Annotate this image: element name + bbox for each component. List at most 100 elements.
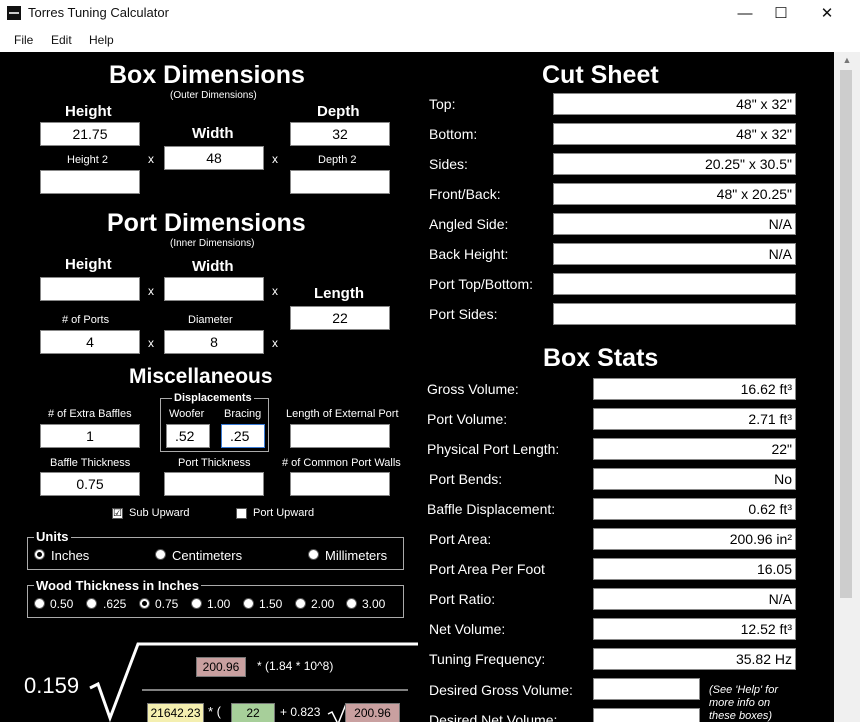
- box-width-input[interactable]: 48: [164, 146, 264, 170]
- wood-300-label: 3.00: [362, 597, 386, 611]
- menu-file[interactable]: File: [14, 33, 33, 47]
- maximize-button[interactable]: ☐: [758, 0, 804, 26]
- box-height-input[interactable]: 21.75: [40, 122, 140, 146]
- stat-net-volume-value[interactable]: 12.52 ft³: [593, 618, 796, 640]
- units-millimeters-radio[interactable]: [308, 549, 319, 560]
- times-sign: x: [272, 336, 278, 350]
- wood-200-radio[interactable]: [295, 598, 306, 609]
- port-thickness-input[interactable]: [164, 472, 264, 496]
- wood-300-radio[interactable]: [346, 598, 357, 609]
- vertical-scrollbar[interactable]: ▲: [834, 52, 860, 722]
- cut-port-sides-label: Port Sides:: [429, 306, 498, 322]
- box-depth2-input[interactable]: [290, 170, 390, 194]
- times-sign: x: [148, 336, 154, 350]
- scroll-up-arrow-icon[interactable]: ▲: [839, 52, 855, 68]
- stat-tuning-frequency-value[interactable]: 35.82 Hz: [593, 648, 796, 670]
- bracing-input[interactable]: .25: [221, 424, 265, 448]
- menu-edit[interactable]: Edit: [51, 33, 72, 47]
- port-dimensions-subtitle: (Inner Dimensions): [170, 238, 255, 249]
- external-port-input[interactable]: [290, 424, 390, 448]
- wood-100-radio[interactable]: [191, 598, 202, 609]
- diameter-input[interactable]: 8: [164, 330, 264, 354]
- port-height-input[interactable]: [40, 277, 140, 301]
- wood-thickness-title: Wood Thickness in Inches: [34, 578, 202, 593]
- formula-length-box: 22: [231, 703, 275, 722]
- desired-net-volume-label: Desired Net Volume:: [429, 712, 558, 722]
- port-length-input[interactable]: 22: [290, 306, 390, 330]
- box-depth-input[interactable]: 32: [290, 122, 390, 146]
- common-walls-label: # of Common Port Walls: [282, 457, 401, 469]
- cut-back-height-value[interactable]: N/A: [553, 243, 796, 265]
- cut-sides-label: Sides:: [429, 156, 468, 172]
- stat-net-volume-label: Net Volume:: [429, 621, 506, 637]
- external-port-label: Length of External Port: [286, 408, 399, 420]
- stat-port-bends-label: Port Bends:: [429, 471, 503, 487]
- cut-port-topbottom-value[interactable]: [553, 273, 796, 295]
- times-sign: x: [272, 152, 278, 166]
- common-walls-input[interactable]: [290, 472, 390, 496]
- stat-gross-volume-label: Gross Volume:: [427, 381, 519, 397]
- sub-upward-label: Sub Upward: [129, 507, 190, 519]
- formula-volume-box: 21642.23: [147, 703, 204, 722]
- wood-150-radio[interactable]: [243, 598, 254, 609]
- wood-050-radio[interactable]: [34, 598, 45, 609]
- units-millimeters-label: Millimeters: [325, 548, 388, 563]
- cut-angled-side-value[interactable]: N/A: [553, 213, 796, 235]
- formula-multiplier-text: * (1.84 * 10^8): [257, 659, 334, 673]
- desired-gross-volume-input[interactable]: [593, 678, 700, 700]
- window-title: Torres Tuning Calculator: [28, 5, 169, 20]
- wood-075-radio[interactable]: [139, 598, 150, 609]
- stat-port-area-per-foot-value[interactable]: 16.05: [593, 558, 796, 580]
- box-height-label: Height: [65, 103, 112, 120]
- box-width-label: Width: [192, 125, 234, 142]
- bracing-label: Bracing: [224, 408, 262, 420]
- menu-bar: File Edit Help: [0, 28, 860, 52]
- main-panel: Box Dimensions (Outer Dimensions) Height…: [0, 52, 834, 722]
- wood-0625-radio[interactable]: [86, 598, 97, 609]
- cut-sides-value[interactable]: 20.25" x 30.5": [553, 153, 796, 175]
- stat-port-ratio-value[interactable]: N/A: [593, 588, 796, 610]
- desired-net-volume-input[interactable]: [593, 708, 700, 722]
- stat-port-length-value[interactable]: 22": [593, 438, 796, 460]
- cut-bottom-value[interactable]: 48" x 32": [553, 123, 796, 145]
- wood-050-label: 0.50: [50, 597, 74, 611]
- woofer-input[interactable]: .52: [166, 424, 210, 448]
- formula-coefficient: 0.159: [24, 673, 80, 698]
- stat-port-volume-label: Port Volume:: [427, 411, 508, 427]
- box-height2-input[interactable]: [40, 170, 140, 194]
- port-upward-checkbox[interactable]: [236, 508, 247, 519]
- cut-port-sides-value[interactable]: [553, 303, 796, 325]
- port-upward-label: Port Upward: [253, 507, 315, 519]
- stat-gross-volume-value[interactable]: 16.62 ft³: [593, 378, 796, 400]
- stat-port-area-per-foot-label: Port Area Per Foot: [429, 561, 545, 577]
- wood-075-label: 0.75: [155, 597, 179, 611]
- stat-port-area-value[interactable]: 200.96 in²: [593, 528, 796, 550]
- units-centimeters-radio[interactable]: [155, 549, 166, 560]
- diameter-label: Diameter: [188, 314, 233, 326]
- box-dimensions-title: Box Dimensions: [109, 61, 305, 89]
- menu-help[interactable]: Help: [89, 33, 114, 47]
- close-button[interactable]: ✕: [804, 0, 850, 26]
- port-width-input[interactable]: [164, 277, 264, 301]
- cut-top-value[interactable]: 48" x 32": [553, 93, 796, 115]
- extra-baffles-input[interactable]: 1: [40, 424, 140, 448]
- scroll-thumb[interactable]: [840, 70, 852, 598]
- formula-port-area-box: 200.96: [196, 657, 246, 677]
- stat-port-volume-value[interactable]: 2.71 ft³: [593, 408, 796, 430]
- sub-upward-checkbox[interactable]: ☑: [112, 508, 123, 519]
- title-bar: Torres Tuning Calculator — ☐ ✕: [0, 0, 860, 26]
- wood-150-label: 1.50: [259, 597, 283, 611]
- stat-port-bends-value[interactable]: No: [593, 468, 796, 490]
- cut-frontback-label: Front/Back:: [429, 186, 501, 202]
- desired-gross-volume-label: Desired Gross Volume:: [429, 682, 573, 698]
- units-inches-radio[interactable]: [34, 549, 45, 560]
- stat-baffle-displacement-value[interactable]: 0.62 ft³: [593, 498, 796, 520]
- units-inches-label: Inches: [51, 548, 90, 563]
- baffle-thickness-input[interactable]: 0.75: [40, 472, 140, 496]
- stat-port-ratio-label: Port Ratio:: [429, 591, 496, 607]
- stat-port-length-label: Physical Port Length:: [427, 441, 560, 457]
- cut-frontback-value[interactable]: 48" x 20.25": [553, 183, 796, 205]
- num-ports-input[interactable]: 4: [40, 330, 140, 354]
- cut-port-topbottom-label: Port Top/Bottom:: [429, 276, 534, 292]
- cut-top-label: Top:: [429, 96, 456, 112]
